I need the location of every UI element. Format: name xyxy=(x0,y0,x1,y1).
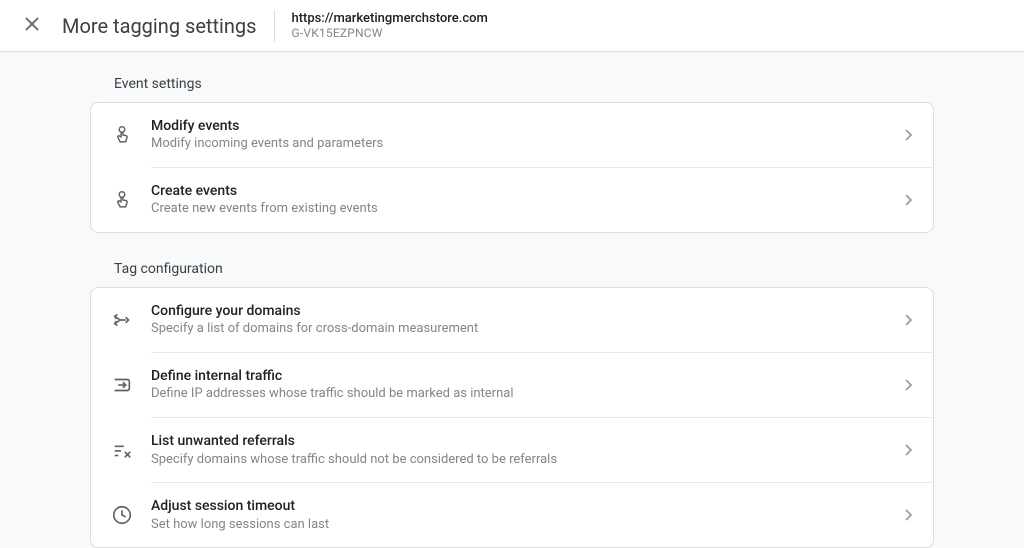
row-desc: Specify a list of domains for cross-doma… xyxy=(151,321,893,338)
row-desc: Specify domains whose traffic should not… xyxy=(151,452,893,469)
row-adjust-session-timeout[interactable]: Adjust session timeout Set how long sess… xyxy=(151,482,933,547)
row-title: Modify events xyxy=(151,117,893,135)
row-list-unwanted-referrals[interactable]: List unwanted referrals Specify domains … xyxy=(151,417,933,482)
input-icon xyxy=(91,374,151,396)
clock-icon xyxy=(91,504,151,526)
page-title: More tagging settings xyxy=(62,14,256,38)
row-desc: Set how long sessions can last xyxy=(151,517,893,534)
property-tag-id: G-VK15EZPNCW xyxy=(291,26,487,40)
property-info: https://marketingmerchstore.com G-VK15EZ… xyxy=(291,11,487,41)
row-title: List unwanted referrals xyxy=(151,432,893,450)
row-modify-events[interactable]: Modify events Modify incoming events and… xyxy=(91,103,933,167)
content-area: Event settings Modify events Modify inco… xyxy=(0,52,1024,548)
section-title-tag: Tag configuration xyxy=(90,261,934,277)
row-title: Create events xyxy=(151,182,893,200)
merge-icon xyxy=(111,309,151,331)
header-bar: More tagging settings https://marketingm… xyxy=(0,0,1024,52)
chevron-right-icon xyxy=(905,126,913,145)
row-title: Define internal traffic xyxy=(151,367,893,385)
header-divider xyxy=(274,10,275,42)
row-title: Configure your domains xyxy=(151,302,893,320)
chevron-right-icon xyxy=(905,191,913,210)
row-title: Adjust session timeout xyxy=(151,497,893,515)
filter-list-icon xyxy=(91,439,151,461)
chevron-right-icon xyxy=(905,376,913,395)
row-configure-domains[interactable]: Configure your domains Specify a list of… xyxy=(91,288,933,352)
row-define-internal-traffic[interactable]: Define internal traffic Define IP addres… xyxy=(151,352,933,417)
tag-config-card: Configure your domains Specify a list of… xyxy=(90,287,934,548)
event-settings-card: Modify events Modify incoming events and… xyxy=(90,102,934,233)
chevron-right-icon xyxy=(905,506,913,525)
row-create-events[interactable]: Create events Create new events from exi… xyxy=(151,167,933,232)
row-desc: Create new events from existing events xyxy=(151,201,893,218)
close-icon xyxy=(25,16,39,35)
chevron-right-icon xyxy=(905,441,913,460)
property-url: https://marketingmerchstore.com xyxy=(291,11,487,27)
close-button[interactable] xyxy=(20,14,44,38)
chevron-right-icon xyxy=(905,311,913,330)
row-desc: Define IP addresses whose traffic should… xyxy=(151,386,893,403)
touch-icon xyxy=(91,189,151,211)
row-desc: Modify incoming events and parameters xyxy=(151,136,893,153)
touch-icon xyxy=(111,124,151,146)
section-title-event: Event settings xyxy=(90,76,934,92)
